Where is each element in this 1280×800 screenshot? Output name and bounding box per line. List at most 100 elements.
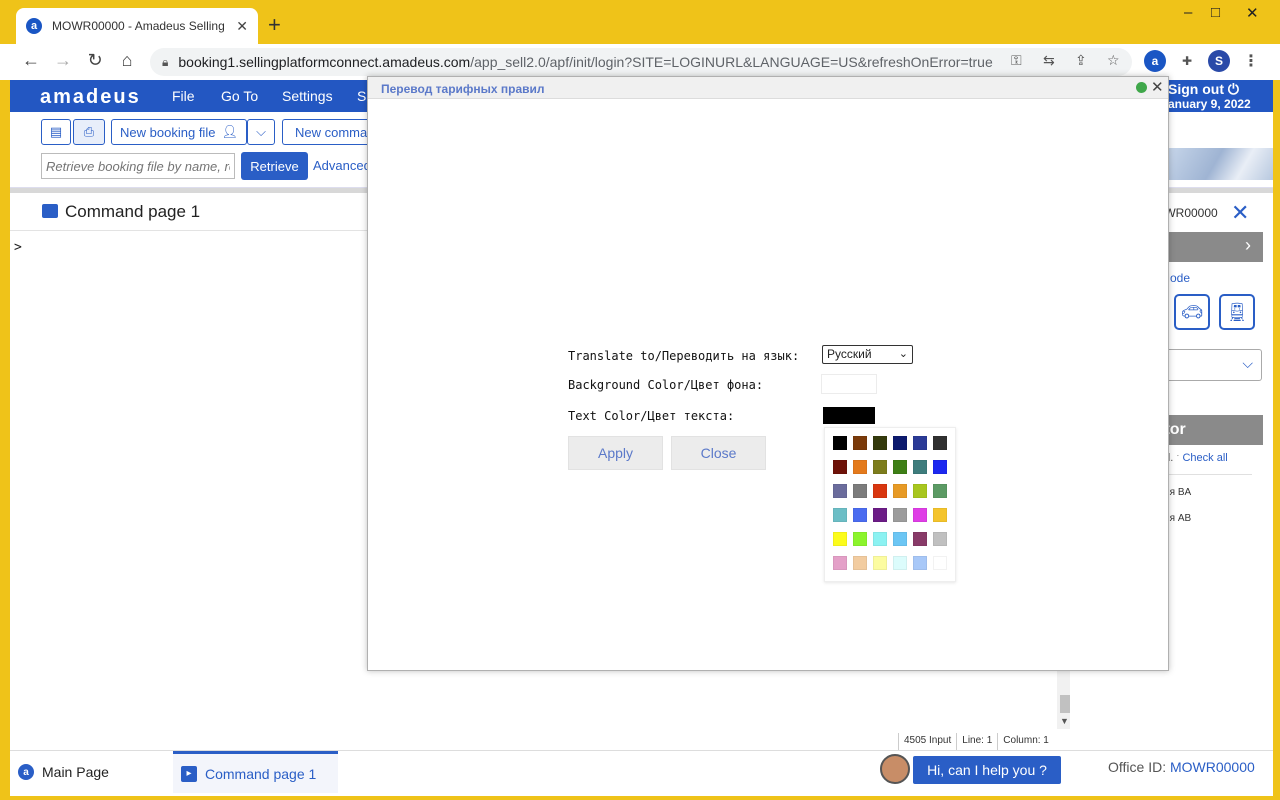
- color-swatch[interactable]: [833, 484, 847, 498]
- color-swatch[interactable]: [893, 484, 907, 498]
- maximize-button[interactable]: □: [1211, 4, 1220, 21]
- share-icon[interactable]: ⇪: [1075, 52, 1087, 69]
- color-swatch[interactable]: [873, 436, 887, 450]
- car-icon[interactable]: 🚗︎: [1174, 294, 1210, 330]
- color-swatch[interactable]: [853, 532, 867, 546]
- new-tab-button[interactable]: +: [268, 14, 281, 36]
- color-swatch[interactable]: [853, 436, 867, 450]
- color-swatch[interactable]: [833, 460, 847, 474]
- color-swatch[interactable]: [853, 508, 867, 522]
- color-swatch[interactable]: [933, 556, 947, 570]
- panel-close-icon[interactable]: ✕: [1231, 200, 1249, 226]
- browser-tab[interactable]: a MOWR00000 - Amadeus Selling ✕: [16, 8, 258, 44]
- check-all-link[interactable]: Check all: [1182, 452, 1227, 464]
- text-color-picker[interactable]: [823, 407, 875, 424]
- key-icon[interactable]: ⚿: [1011, 52, 1022, 69]
- apply-button[interactable]: Apply: [568, 436, 663, 470]
- color-swatch[interactable]: [833, 556, 847, 570]
- chevron-down-icon: ⌄: [898, 348, 908, 360]
- new-booking-file-button[interactable]: New booking file 👤︎: [111, 119, 247, 145]
- url-field[interactable]: 🔒︎ booking1.sellingplatformconnect.amade…: [150, 48, 1132, 76]
- home-icon[interactable]: ⌂: [115, 50, 139, 71]
- new-command-label: New comma: [295, 124, 368, 140]
- language-select[interactable]: Русский ⌄: [822, 345, 913, 364]
- color-swatch[interactable]: [873, 460, 887, 474]
- command-prompt[interactable]: >: [14, 240, 22, 255]
- extensions-puzzle-icon[interactable]: ✚: [1176, 50, 1198, 72]
- sign-out-button[interactable]: Sign out ⏻: [1168, 81, 1239, 98]
- page-title: Command page 1: [65, 202, 201, 221]
- color-swatch[interactable]: [853, 556, 867, 570]
- command-page-icon: [42, 204, 58, 218]
- color-swatch[interactable]: [833, 532, 847, 546]
- window-close-button[interactable]: ✕: [1246, 4, 1259, 22]
- color-swatch[interactable]: [893, 556, 907, 570]
- panel-select[interactable]: s ⌵: [1158, 349, 1262, 381]
- back-arrow-icon[interactable]: ←: [19, 50, 43, 71]
- divider: [1158, 474, 1252, 475]
- profile-avatar-icon[interactable]: S: [1208, 50, 1230, 72]
- menu-go-to[interactable]: Go To: [221, 88, 258, 104]
- color-swatch[interactable]: [893, 508, 907, 522]
- help-chat-button[interactable]: Hi, can I help you ?: [913, 756, 1061, 784]
- retrieve-input[interactable]: [41, 153, 235, 179]
- color-swatch[interactable]: [873, 556, 887, 570]
- color-swatch[interactable]: [933, 532, 947, 546]
- color-swatch[interactable]: [893, 436, 907, 450]
- color-swatch[interactable]: [853, 460, 867, 474]
- lock-icon: 🔒︎: [162, 54, 169, 69]
- color-swatch[interactable]: [913, 436, 927, 450]
- retrieve-button[interactable]: Retrieve: [241, 152, 308, 180]
- scroll-thumb[interactable]: [1060, 695, 1070, 713]
- menu-file[interactable]: File: [172, 88, 195, 104]
- reload-icon[interactable]: ↻: [83, 50, 107, 71]
- color-swatch[interactable]: [913, 460, 927, 474]
- tab-command-page-1[interactable]: ▸ Command page 1: [173, 751, 338, 793]
- tab-close-icon[interactable]: ✕: [236, 18, 248, 35]
- color-swatch[interactable]: [933, 460, 947, 474]
- menu-settings[interactable]: Settings: [282, 88, 333, 104]
- advanced-link[interactable]: Advanced: [313, 158, 371, 173]
- tab-main-page[interactable]: a Main Page: [18, 751, 109, 793]
- office-id-value: MOWR00000: [1169, 759, 1255, 775]
- save-icon[interactable]: ▤: [41, 119, 71, 145]
- tab-title: MOWR00000 - Amadeus Selling: [52, 19, 225, 33]
- color-swatch[interactable]: [893, 532, 907, 546]
- color-swatch[interactable]: [933, 508, 947, 522]
- color-swatch[interactable]: [933, 436, 947, 450]
- amadeus-extension-icon[interactable]: a: [1144, 50, 1166, 72]
- color-swatch[interactable]: [873, 484, 887, 498]
- color-swatch[interactable]: [873, 532, 887, 546]
- color-swatch[interactable]: [853, 484, 867, 498]
- bookmark-star-icon[interactable]: ☆: [1107, 52, 1120, 69]
- close-button[interactable]: Close: [671, 436, 766, 470]
- color-swatch[interactable]: [913, 532, 927, 546]
- train-icon[interactable]: 🚆︎: [1219, 294, 1255, 330]
- background-color-picker[interactable]: [821, 374, 877, 394]
- forward-arrow-icon[interactable]: →: [51, 50, 75, 71]
- browser-menu-icon[interactable]: ⋮: [1240, 50, 1262, 72]
- color-swatch[interactable]: [913, 484, 927, 498]
- print-icon[interactable]: ⎙: [73, 119, 105, 145]
- new-command-button[interactable]: New comma: [282, 119, 372, 145]
- color-swatch[interactable]: [933, 484, 947, 498]
- color-swatch[interactable]: [913, 508, 927, 522]
- amadeus-icon: a: [18, 764, 34, 780]
- translate-icon[interactable]: ⇆: [1043, 52, 1055, 69]
- scroll-down-icon[interactable]: ▼: [1060, 716, 1069, 726]
- status-input: 4505 Input: [898, 733, 956, 750]
- minimize-button[interactable]: –: [1184, 4, 1192, 21]
- panel-collapse-header[interactable]: ›: [1158, 232, 1263, 262]
- chevron-down-icon[interactable]: ⌵: [247, 119, 275, 145]
- color-swatch[interactable]: [833, 436, 847, 450]
- color-swatch[interactable]: [873, 508, 887, 522]
- color-swatch[interactable]: [893, 460, 907, 474]
- text-color-label: Text Color/Цвет текста:: [568, 409, 735, 423]
- color-swatch[interactable]: [913, 556, 927, 570]
- chevron-down-icon: ⌵: [1242, 355, 1253, 371]
- secure-lock-icon: [1136, 82, 1147, 93]
- background-color-label: Background Color/Цвет фона:: [568, 378, 764, 392]
- assistant-avatar[interactable]: [880, 754, 910, 784]
- color-swatch[interactable]: [833, 508, 847, 522]
- dialog-close-icon[interactable]: ✕: [1151, 78, 1164, 96]
